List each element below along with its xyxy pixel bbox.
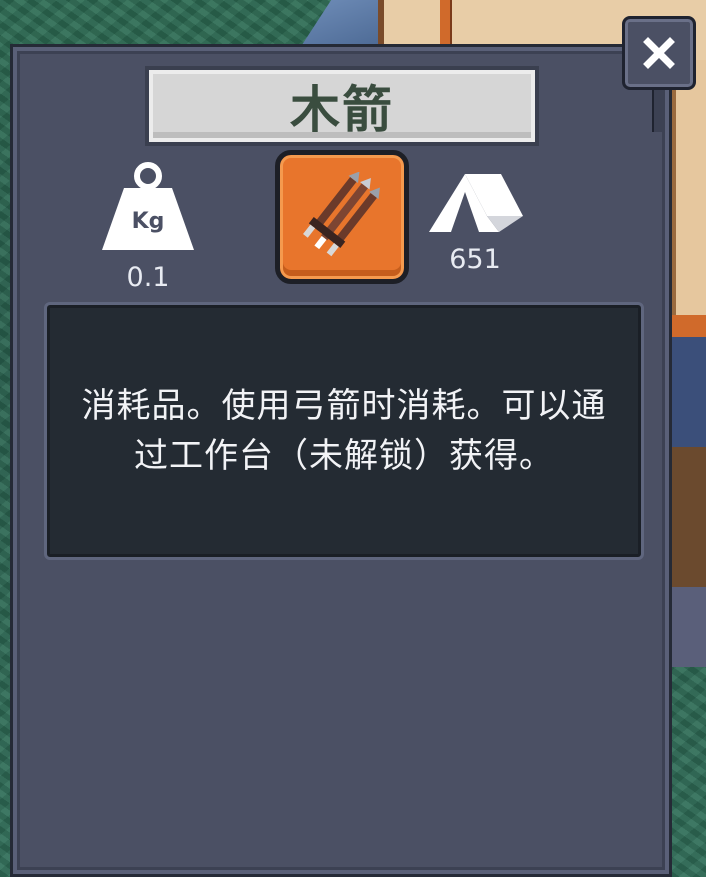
camp-stat: 651 bbox=[425, 170, 525, 275]
weight-icon-label: Kg bbox=[132, 209, 165, 234]
weight-stat: Kg 0.1 bbox=[98, 160, 198, 293]
background-dirt bbox=[672, 447, 706, 587]
background-rock bbox=[672, 587, 706, 667]
close-button[interactable] bbox=[622, 16, 696, 90]
close-button-bracket bbox=[652, 90, 664, 132]
weight-value: 0.1 bbox=[126, 262, 170, 293]
camp-value: 651 bbox=[449, 244, 501, 275]
background-wood bbox=[672, 60, 706, 330]
tent-icon bbox=[425, 170, 525, 240]
item-title: 木箭 bbox=[290, 81, 394, 139]
close-icon bbox=[642, 36, 676, 70]
item-slot[interactable] bbox=[275, 150, 409, 284]
background-cloth bbox=[672, 337, 706, 447]
arrow-bundle-icon bbox=[299, 171, 385, 262]
item-description-box: 消耗品。使用弓箭时消耗。可以通过工作台（未解锁）获得。 bbox=[44, 302, 644, 560]
item-title-plate: 木箭 bbox=[145, 66, 539, 146]
weight-kg-icon: Kg bbox=[100, 160, 196, 258]
background-trim bbox=[672, 315, 706, 337]
item-description: 消耗品。使用弓箭时消耗。可以通过工作台（未解锁）获得。 bbox=[81, 386, 607, 476]
background-right-edge bbox=[672, 60, 706, 877]
